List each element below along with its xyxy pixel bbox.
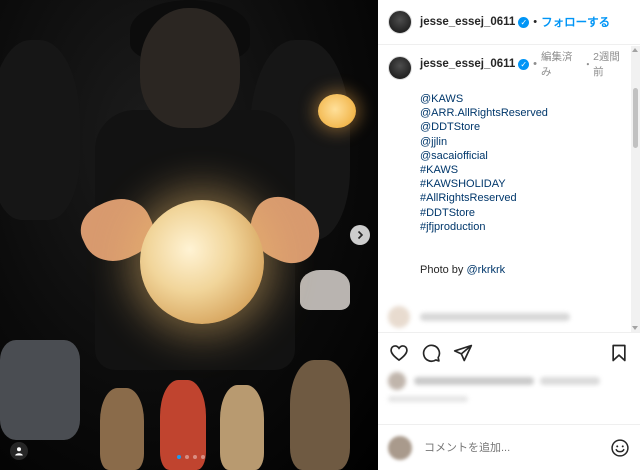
moon-lamp: [140, 200, 264, 324]
chevron-right-icon: [357, 230, 364, 240]
blurred-comment-text: [420, 313, 570, 322]
caption-dot: ・: [582, 58, 594, 71]
caption-mention[interactable]: @KAWS: [420, 92, 640, 106]
comments-scroll-area[interactable]: jesse_essej_0611 ✓ • 編集済み ・ 2週間前 @KAWS @…: [378, 46, 640, 332]
post-header: jesse_essej_0611 ✓ • フォローする: [378, 0, 640, 45]
scrollbar-thumb[interactable]: [633, 88, 638, 148]
save-button[interactable]: [608, 342, 630, 364]
scroll-up-arrow-icon[interactable]: [632, 48, 638, 52]
add-comment-bar: [378, 424, 640, 470]
paper-plane-icon: [453, 344, 473, 361]
carousel-dot: [185, 455, 189, 459]
liker-avatar: [388, 372, 406, 390]
kaws-figure-small: [300, 270, 350, 310]
caption-avatar[interactable]: [388, 56, 412, 80]
kaws-figure-dark: [290, 360, 350, 470]
carousel-dots: [177, 455, 205, 459]
caption-separator: •: [533, 58, 538, 70]
carousel-dot: [193, 455, 197, 459]
like-button[interactable]: [388, 342, 410, 364]
photo-credit-handle[interactable]: @rkrkrk: [466, 264, 505, 276]
author-username[interactable]: jesse_essej_0611: [420, 16, 515, 28]
kaws-figure-tan: [220, 385, 264, 470]
person-tag-icon: [15, 447, 23, 456]
post-actions: [378, 332, 640, 372]
verified-badge-icon: ✓: [518, 16, 530, 28]
verified-badge-icon: ✓: [518, 58, 530, 70]
background-figure-left: [0, 40, 80, 220]
heart-icon: [390, 344, 408, 361]
caption-hashtag[interactable]: #DDTStore: [420, 206, 640, 220]
carousel-dot-active: [177, 455, 181, 459]
caption-username[interactable]: jesse_essej_0611: [420, 58, 515, 70]
caption-hashtag[interactable]: #KAWS: [420, 163, 640, 177]
current-user-avatar: [388, 435, 412, 460]
caption-hashtag[interactable]: #jfjproduction: [420, 220, 640, 234]
edited-label: 編集済み: [541, 51, 573, 78]
silver-figure: [0, 340, 80, 440]
next-image-button[interactable]: [350, 225, 370, 245]
carousel-dot: [201, 455, 205, 459]
author-avatar[interactable]: [388, 10, 412, 34]
post-side-panel: jesse_essej_0611 ✓ • フォローする jesse_essej_…: [378, 0, 640, 470]
likes-summary[interactable]: [388, 372, 600, 390]
caption-mention[interactable]: @ARR.AllRightsReserved: [420, 106, 640, 120]
kaws-figure-brown: [100, 388, 144, 470]
comment-input[interactable]: [424, 441, 594, 454]
small-moon-lamp: [318, 94, 356, 128]
caption-text: @KAWS @ARR.AllRightsReserved @DDTStore @…: [420, 92, 640, 234]
comment-avatar: [388, 306, 410, 329]
bookmark-icon: [612, 344, 626, 361]
blurred-likes-text-2: [540, 377, 600, 385]
blurred-likes-text: [414, 377, 534, 385]
share-button[interactable]: [452, 342, 474, 364]
caption-hashtag[interactable]: #AllRightsReserved: [420, 191, 640, 205]
photo-credit: Photo by @rkrkrk: [420, 264, 640, 276]
header-separator: •: [533, 16, 538, 28]
scrollbar[interactable]: [631, 46, 640, 332]
caption-mention[interactable]: @sacaiofficial: [420, 149, 640, 163]
scroll-down-arrow-icon[interactable]: [632, 326, 638, 330]
person-head: [140, 8, 240, 128]
comment-button[interactable]: [420, 342, 442, 364]
blurred-comment: [388, 306, 630, 329]
caption-mention[interactable]: @DDTStore: [420, 120, 640, 134]
caption-header: jesse_essej_0611 ✓ • 編集済み ・ 2週間前: [378, 46, 640, 80]
emoji-icon[interactable]: [610, 438, 630, 458]
blurred-date: [388, 396, 468, 402]
follow-button[interactable]: フォローする: [541, 14, 610, 30]
caption-hashtag[interactable]: #KAWSHOLIDAY: [420, 177, 640, 191]
post-time[interactable]: 2週間前: [593, 49, 630, 79]
comment-bubble-icon: [422, 344, 441, 362]
caption-mention[interactable]: @jjlin: [420, 135, 640, 149]
tagged-users-button[interactable]: [10, 442, 28, 460]
photo-credit-prefix: Photo by: [420, 264, 467, 277]
post-media[interactable]: [0, 0, 378, 470]
